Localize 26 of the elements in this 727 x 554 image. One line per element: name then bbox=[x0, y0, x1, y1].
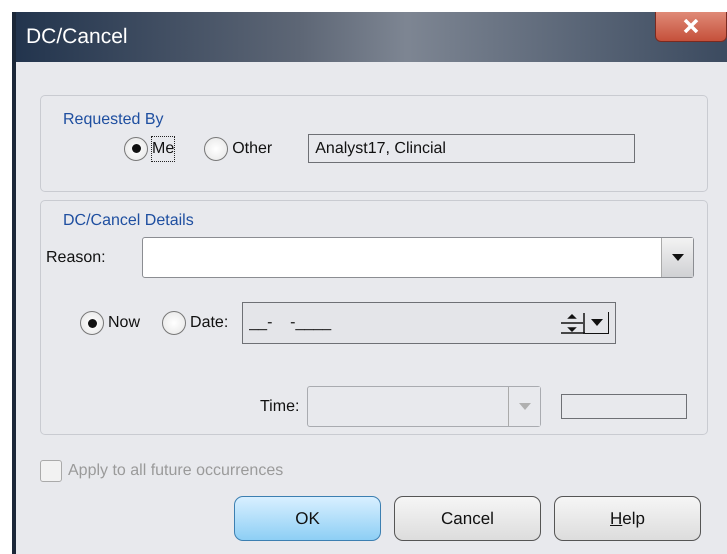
radio-label: Me bbox=[152, 136, 174, 160]
close-icon bbox=[683, 19, 699, 33]
dialog-button[interactable]: OK bbox=[234, 496, 381, 541]
radio-button[interactable] bbox=[80, 311, 104, 335]
radio-label: Date: bbox=[190, 313, 228, 333]
radio-button[interactable] bbox=[204, 136, 228, 160]
dialog-button[interactable]: Help bbox=[554, 496, 701, 541]
dropdown-arrow-icon[interactable] bbox=[585, 312, 610, 334]
group-legend: Requested By bbox=[63, 108, 164, 132]
group-legend: DC/Cancel Details bbox=[63, 209, 194, 233]
date-value: __- -____ bbox=[249, 313, 332, 333]
radio-button[interactable] bbox=[162, 311, 186, 335]
field-label: Time: bbox=[260, 396, 300, 416]
close-button[interactable] bbox=[655, 12, 727, 42]
name-field[interactable]: Analyst17, Clincial bbox=[308, 134, 636, 163]
dialog-button[interactable]: Cancel bbox=[394, 496, 541, 541]
date-field[interactable]: __- -____ bbox=[242, 302, 616, 344]
radio-button[interactable] bbox=[124, 136, 148, 160]
time-field[interactable] bbox=[561, 394, 687, 419]
spin-icon[interactable] bbox=[559, 312, 586, 334]
window-title: DC/Cancel bbox=[26, 24, 128, 50]
reason-dropdown[interactable] bbox=[142, 237, 694, 278]
field-label: Reason: bbox=[46, 248, 107, 268]
radio-label: Other bbox=[232, 138, 272, 158]
radio-label: Now bbox=[108, 313, 140, 333]
checkbox-label: Apply to all future occurrences bbox=[68, 461, 284, 481]
